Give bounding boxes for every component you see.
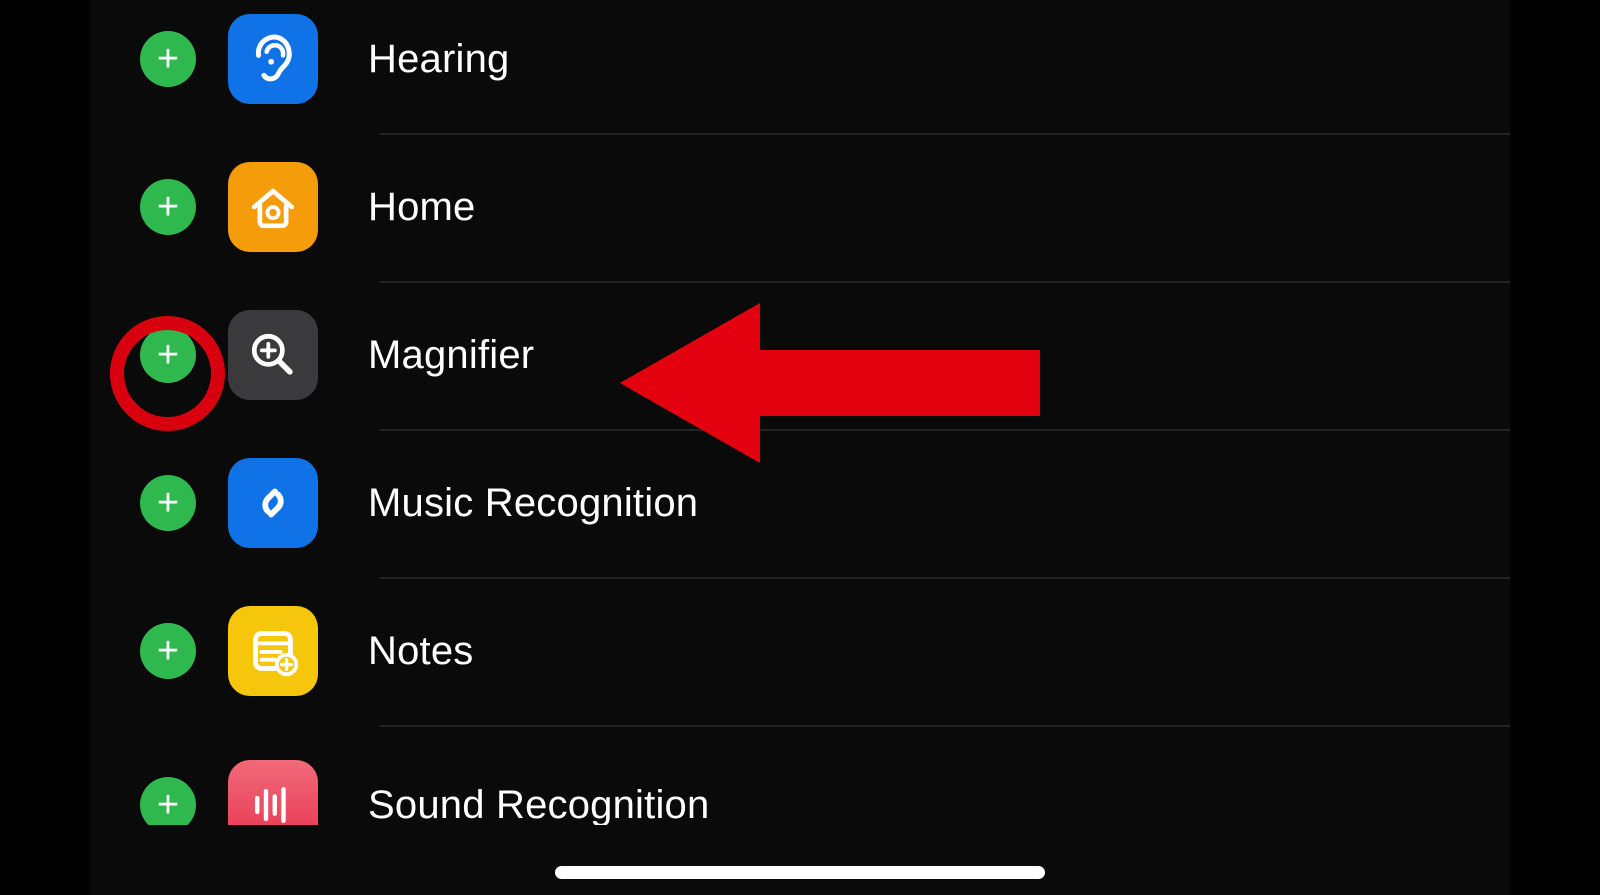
- add-button-notes[interactable]: +: [140, 623, 196, 679]
- plus-icon: +: [157, 40, 179, 78]
- list-item-label: Sound Recognition: [368, 783, 709, 826]
- add-button-home[interactable]: +: [140, 179, 196, 235]
- add-button-music-recognition[interactable]: +: [140, 475, 196, 531]
- plus-icon: +: [157, 336, 179, 374]
- plus-icon: +: [157, 786, 179, 824]
- add-button-sound-recognition[interactable]: +: [140, 777, 196, 825]
- ear-icon: [228, 14, 318, 104]
- plus-icon: +: [157, 484, 179, 522]
- notes-icon: [228, 606, 318, 696]
- row-divider: [380, 725, 1510, 727]
- shazam-icon: [228, 458, 318, 548]
- add-button-magnifier[interactable]: +: [140, 327, 196, 383]
- row-divider: [380, 429, 1510, 431]
- list-item-sound-recognition[interactable]: + Sound Recognition: [140, 725, 1510, 825]
- list-item-hearing[interactable]: + Hearing: [140, 0, 1510, 133]
- plus-icon: +: [157, 188, 179, 226]
- control-center-add-list: + Hearing +: [140, 0, 1510, 825]
- screenshot-stage: + Hearing +: [0, 0, 1600, 895]
- magnifier-plus-icon: [228, 310, 318, 400]
- add-button-hearing[interactable]: +: [140, 31, 196, 87]
- list-item-music-recognition[interactable]: + Music Recognition: [140, 429, 1510, 577]
- list-item-label: Home: [368, 185, 476, 230]
- waveform-icon: [228, 760, 318, 825]
- row-divider: [380, 281, 1510, 283]
- list-item-label: Music Recognition: [368, 481, 698, 526]
- list-item-label: Hearing: [368, 37, 509, 82]
- list-item-notes[interactable]: + Notes: [140, 577, 1510, 725]
- list-item-magnifier[interactable]: + Magnifier: [140, 281, 1510, 429]
- plus-icon: +: [157, 632, 179, 670]
- home-indicator[interactable]: [555, 866, 1045, 879]
- list-item-label: Magnifier: [368, 333, 534, 378]
- house-icon: [228, 162, 318, 252]
- row-divider: [380, 133, 1510, 135]
- list-item-label: Notes: [368, 629, 474, 674]
- row-divider: [380, 577, 1510, 579]
- list-item-home[interactable]: + Home: [140, 133, 1510, 281]
- settings-panel: + Hearing +: [90, 0, 1510, 895]
